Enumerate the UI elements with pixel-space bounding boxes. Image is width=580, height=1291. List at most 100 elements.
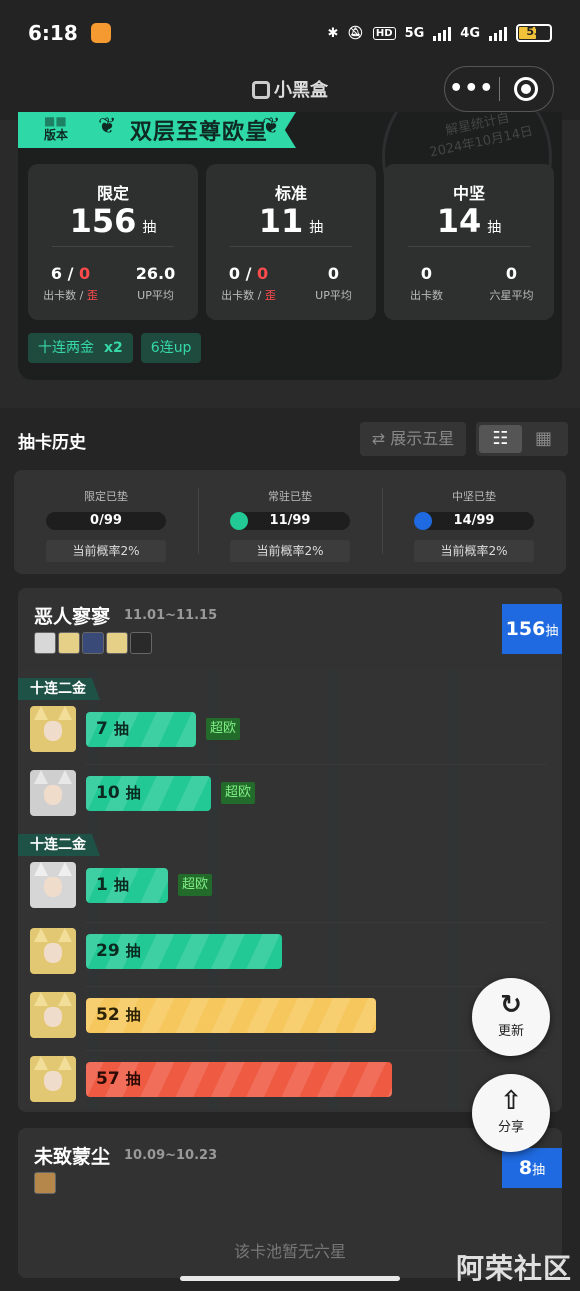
character-avatar (30, 1056, 76, 1102)
refresh-label: 更新 (497, 1024, 524, 1039)
lucky-badge: 超欧 (178, 874, 213, 896)
summary-card: 解星统计自 2024年10月14日 ■■ 版本 ❦ 双层至尊欧皇 ❦ 限定 156… (18, 112, 562, 380)
stat-cards-drawn: 0 / 0 出卡数 / 歪 (221, 264, 276, 302)
stat-cards-drawn: 0 出卡数 (410, 264, 443, 302)
achievement-tags: 十连两金 x2 6连up (28, 333, 202, 363)
stat-count: 156 抽 (69, 202, 157, 240)
lucky-badge: 超欧 (206, 718, 241, 740)
pull-bar: 7抽 (86, 712, 196, 747)
close-button[interactable] (499, 77, 553, 101)
nav-title-text: 小黑盒 (274, 80, 328, 101)
pity-rate: 当前概率2% (230, 540, 350, 562)
pity-rate: 当前概率2% (46, 540, 166, 562)
pull-bar: 29 抽 (86, 934, 282, 969)
group-label: 十连二金 (18, 834, 100, 856)
character-avatar (30, 770, 76, 816)
list-view-icon[interactable]: ☷ (479, 425, 522, 453)
pool-total: 156抽 (502, 604, 562, 654)
share-button[interactable]: ⇧ 分享 (472, 1074, 550, 1152)
refresh-button[interactable]: ↻ 更新 (472, 978, 550, 1056)
top-bar: 6:18 ✱ 🔕︎ HD 5G 4G 53 小黑盒 ••• (0, 0, 580, 120)
share-label: 分享 (497, 1120, 524, 1135)
battery-level: 53 (526, 25, 542, 38)
row-divider (86, 986, 546, 987)
pull-bar: 52 抽 (86, 998, 376, 1033)
title-text: 双层至尊欧皇 (130, 120, 269, 145)
stat-count: 11 抽 (258, 202, 324, 240)
pull-row: 7抽 超欧 (18, 702, 562, 766)
stat-divider (230, 246, 352, 247)
bluetooth-icon: ✱ (327, 25, 339, 41)
pool-date: 10.09~10.23 (124, 1148, 218, 1163)
more-button[interactable]: ••• (445, 69, 499, 109)
avatar-blonde (106, 632, 128, 654)
laurel-left-icon: ❦ (98, 114, 117, 139)
signal-4g-label: 4G (460, 25, 480, 41)
pull-bar: 10 抽 (86, 776, 211, 811)
pity-label: 中坚已垫 (452, 490, 496, 503)
version-label: ■■ 版本 (44, 114, 69, 142)
lucky-badge: 超欧 (221, 782, 256, 804)
pity-limited: 限定已垫 0/99 当前概率2% (14, 470, 198, 574)
status-time: 6:18 (28, 21, 78, 45)
pull-bar: 57 抽 (86, 1062, 392, 1097)
stat-label: 标准 (274, 184, 307, 203)
close-circle-icon (514, 77, 539, 101)
stat-count: 14 抽 (436, 202, 502, 240)
stat-divider (408, 246, 530, 247)
pull-row: 1抽 超欧 (18, 858, 562, 922)
pull-row: 29 抽 (18, 924, 562, 988)
xiaoheihe-logo-icon (252, 81, 270, 99)
pity-label: 常驻已垫 (268, 490, 312, 503)
stats-row: 限定 156 抽 6 / 0 出卡数 / 歪 26.0 UP平均 标准 11 抽 0… (28, 164, 554, 320)
pity-standard: 常驻已垫 11/99 当前概率2% (198, 470, 382, 574)
show-five-star-button[interactable]: ⇄ 展示五星 (360, 422, 466, 456)
row-divider (86, 1050, 546, 1051)
avatar-blonde (58, 632, 80, 654)
stat-card-standard: 标准 11 抽 0 / 0 出卡数 / 歪 0 UP平均 (206, 164, 376, 320)
pool-avatars (34, 632, 152, 654)
row-divider (86, 764, 546, 765)
character-avatar (30, 992, 76, 1038)
row-divider (86, 922, 546, 923)
title-banner: ■■ 版本 ❦ 双层至尊欧皇 ❦ (18, 112, 296, 148)
pity-bar: 0/99 (46, 512, 166, 530)
mute-icon: 🔕︎ (347, 25, 364, 41)
stat-six-star-average: 0 六星平均 (489, 264, 534, 302)
pool-name: 未致蒙尘 (34, 1146, 111, 1168)
pool-avatars (34, 1172, 56, 1194)
stat-divider (52, 246, 174, 247)
group-label: 十连二金 (18, 678, 100, 700)
grid-view-icon[interactable]: ▦ (522, 425, 565, 453)
signal-4g-icon (489, 25, 507, 41)
home-indicator[interactable] (180, 1276, 400, 1281)
pity-panel: 限定已垫 0/99 当前概率2% 常驻已垫 11/99 当前概率2% 中坚已垫 … (14, 470, 566, 574)
refresh-icon: ↻ (500, 990, 522, 1020)
pity-bar: 14/99 (414, 512, 534, 530)
tag-ten-pull-double-gold: 十连两金 x2 (28, 333, 133, 363)
pull-bar: 1抽 (86, 868, 168, 903)
stat-up-average: 0 UP平均 (315, 264, 352, 302)
pity-core: 中坚已垫 14/99 当前概率2% (382, 470, 566, 574)
miniprogram-capsule: ••• (444, 66, 554, 112)
view-toggle: ☷ ▦ (476, 422, 568, 456)
character-avatar (30, 928, 76, 974)
stat-label: 限定 (96, 184, 129, 203)
avatar-brown (34, 1172, 56, 1194)
pool-name: 恶人寥寥 (34, 606, 111, 628)
stat-label: 中坚 (452, 184, 485, 203)
hd-icon: HD (372, 26, 396, 40)
battery-icon: 53 (516, 24, 552, 42)
history-title: 抽卡历史 (18, 433, 86, 453)
tag-six-pull-up: 6连up (140, 333, 202, 363)
avatar-white (34, 632, 56, 654)
pity-rate: 当前概率2% (414, 540, 534, 562)
avatar-dark (130, 632, 152, 654)
stat-card-core: 中坚 14 抽 0 出卡数 0 六星平均 (384, 164, 554, 320)
character-avatar (30, 706, 76, 752)
signal-5g-label: 5G (404, 25, 425, 41)
pity-label: 限定已垫 (84, 490, 128, 503)
stat-card-limited: 限定 156 抽 6 / 0 出卡数 / 歪 26.0 UP平均 (28, 164, 198, 320)
share-icon: ⇧ (500, 1086, 522, 1116)
stat-cards-drawn: 6 / 0 出卡数 / 歪 (43, 264, 98, 302)
